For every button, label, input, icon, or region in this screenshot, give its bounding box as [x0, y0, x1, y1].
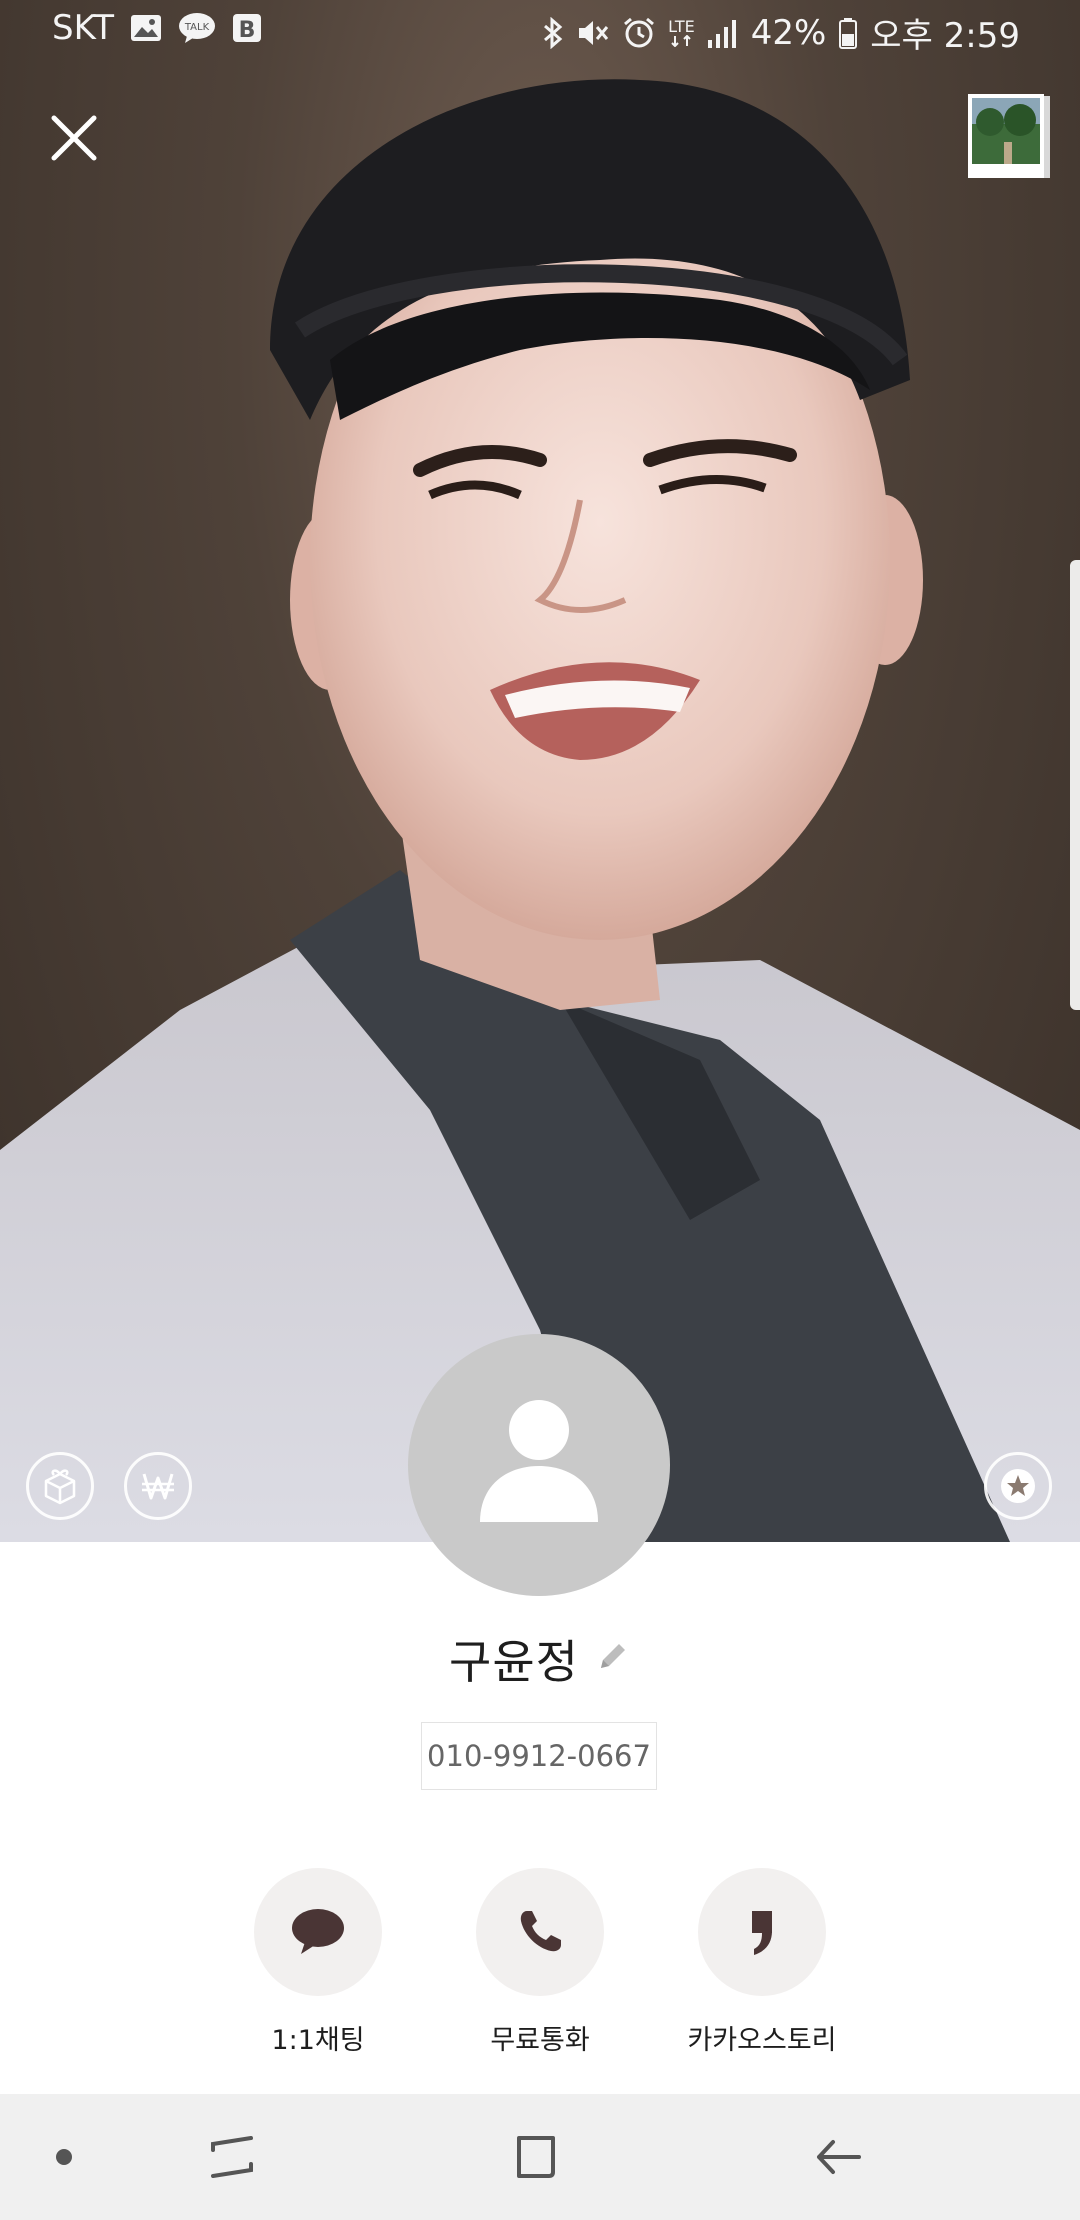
- profile-cover-photo[interactable]: [0, 0, 1080, 1542]
- status-bar: SKT TALK B LTE 42% 오후 2:59: [0, 0, 1080, 62]
- profile-avatar[interactable]: [408, 1334, 670, 1596]
- cover-photo-image: [0, 79, 1080, 1542]
- call-button-circle: [476, 1868, 604, 1996]
- dot-icon: [56, 2149, 72, 2165]
- kakaopay-send-button[interactable]: [124, 1452, 192, 1520]
- won-icon: [142, 1473, 174, 1500]
- home-icon: [517, 2136, 555, 2178]
- action-label-story: 카카오스토리: [687, 2025, 837, 2056]
- chat-button-circle: [254, 1868, 382, 1996]
- b-app-icon: B: [232, 13, 262, 43]
- favorite-button[interactable]: [984, 1452, 1052, 1520]
- close-button[interactable]: [44, 108, 104, 168]
- kakaotalk-icon: TALK: [178, 12, 216, 44]
- carrier-label: SKT: [52, 8, 115, 48]
- profile-name: 구윤정: [449, 1635, 579, 1689]
- mute-icon: [576, 17, 610, 49]
- action-chat[interactable]: 1:1채팅: [218, 1868, 418, 2057]
- story-button-circle: [698, 1868, 826, 1996]
- nav-recent-apps-button[interactable]: [202, 2127, 262, 2187]
- action-free-call[interactable]: 무료통화: [440, 1868, 640, 2057]
- phone-number[interactable]: 010-9912-0667: [421, 1722, 657, 1790]
- lte-icon: LTE: [668, 18, 695, 47]
- edit-name-button[interactable]: [593, 1638, 631, 1680]
- nav-back-button[interactable]: [808, 2127, 868, 2187]
- phone-icon: [520, 1911, 561, 1952]
- profile-name-row: 구윤정: [0, 1626, 1080, 1692]
- action-label-call: 무료통화: [490, 2025, 590, 2056]
- gallery-icon: [130, 14, 162, 42]
- background-photo-button[interactable]: [964, 92, 1054, 182]
- star-icon: [1001, 1469, 1035, 1503]
- kakaostory-icon: [752, 1911, 772, 1955]
- signal-icon: [707, 18, 739, 48]
- alarm-icon: [622, 16, 656, 50]
- recent-apps-icon: [211, 2136, 253, 2178]
- battery-percent: 42%: [750, 12, 827, 53]
- nav-dot-button[interactable]: [34, 2127, 94, 2187]
- svg-text:TALK: TALK: [184, 22, 210, 33]
- battery-icon: [838, 17, 858, 49]
- photo-thumbnail-icon: [968, 94, 1050, 178]
- close-icon: [51, 115, 97, 161]
- svg-text:B: B: [239, 18, 256, 43]
- gift-icon: [44, 1469, 76, 1505]
- chat-bubble-icon: [292, 1909, 344, 1954]
- bluetooth-icon: [542, 16, 564, 49]
- pencil-icon: [600, 1644, 625, 1668]
- default-person-icon: [480, 1400, 598, 1522]
- action-kakaostory[interactable]: 카카오스토리: [662, 1868, 862, 2057]
- clock: 오후 2:59: [870, 16, 1020, 56]
- action-label-chat: 1:1채팅: [271, 2025, 365, 2056]
- gift-button[interactable]: [26, 1452, 94, 1520]
- system-nav-bar: [0, 2094, 1080, 2220]
- nav-home-button[interactable]: [506, 2127, 566, 2187]
- side-scroll-handle[interactable]: [1070, 560, 1080, 1010]
- back-arrow-icon: [817, 2140, 861, 2174]
